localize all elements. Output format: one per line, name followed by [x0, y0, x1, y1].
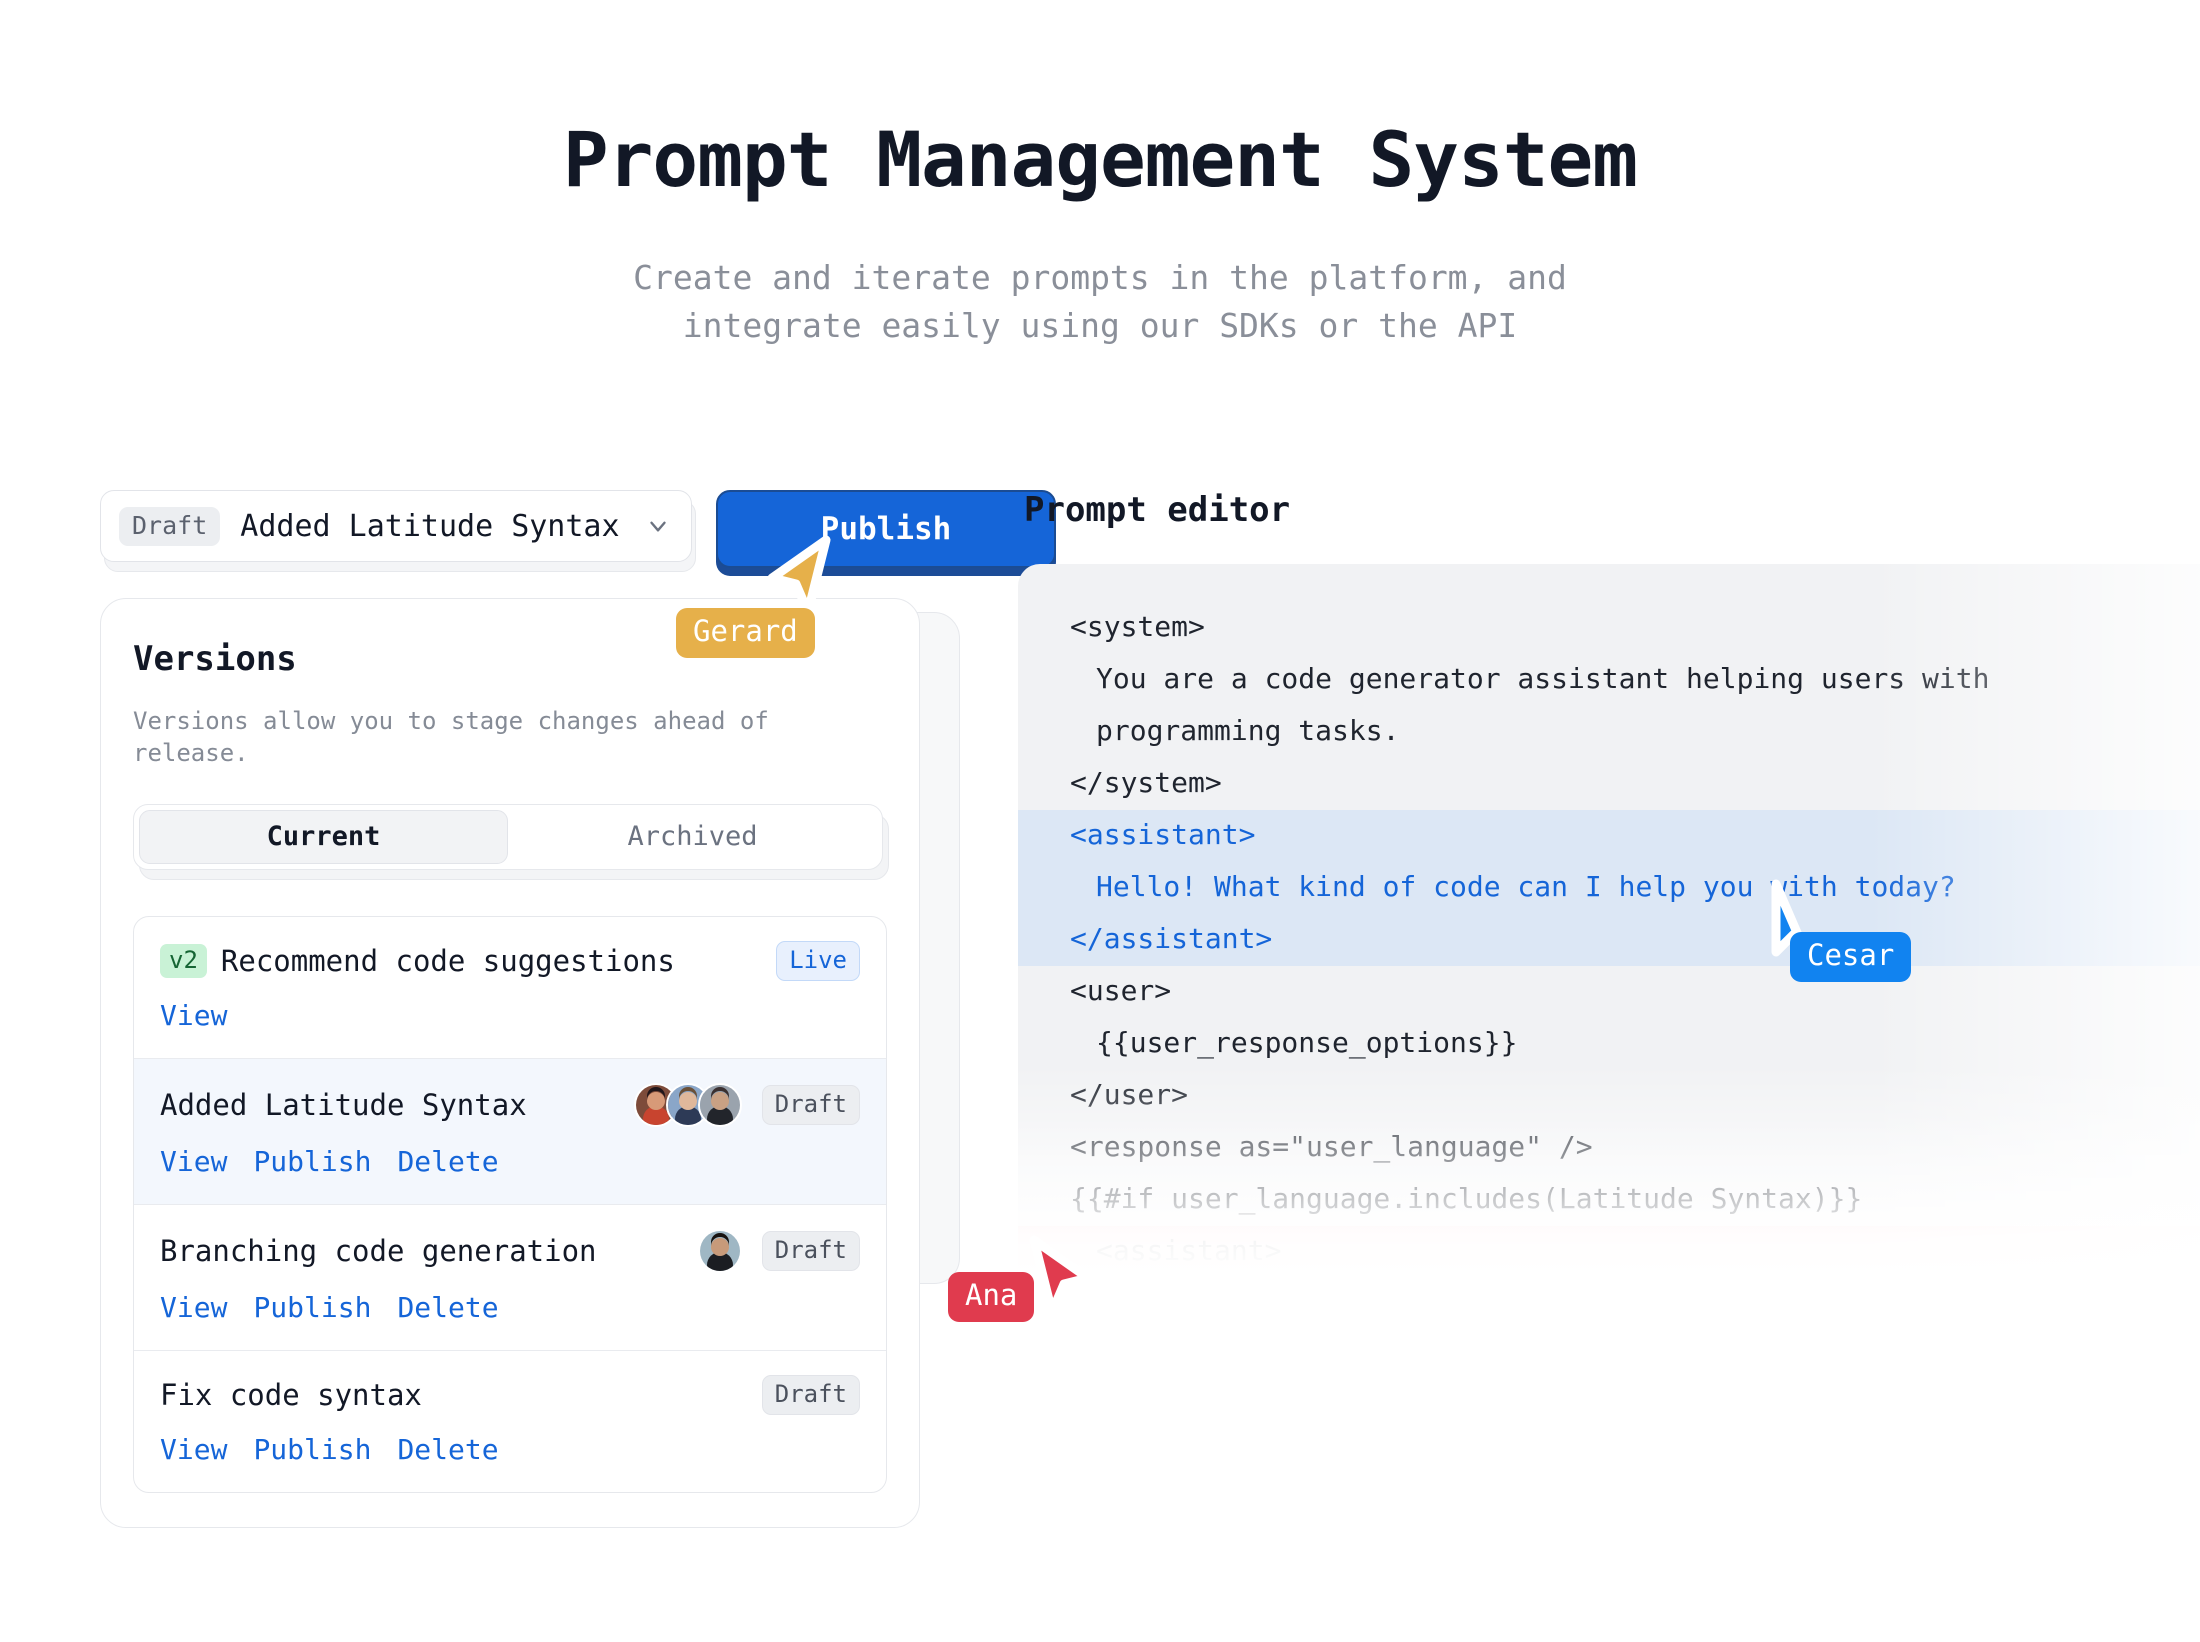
version-row-actions: View Publish Delete [160, 1291, 860, 1324]
version-name: Branching code generation [160, 1233, 597, 1268]
version-row-header: Branching code generation Draft [160, 1228, 860, 1273]
version-row-actions: View [160, 999, 860, 1032]
cursor-gerard-label: Gerard [676, 608, 815, 658]
version-delete-link[interactable]: Delete [397, 1145, 498, 1178]
avatar [697, 1228, 742, 1273]
avatar [697, 1082, 742, 1127]
version-row-actions: View Publish Delete [160, 1433, 860, 1466]
version-select-wrap: Draft Added Latitude Syntax [100, 490, 696, 572]
status-badge: Draft [119, 506, 221, 546]
version-name: Added Latitude Syntax [160, 1087, 527, 1122]
version-row-header: v2 Recommend code suggestions Live [160, 940, 860, 981]
hero-section: Prompt Management System Create and iter… [0, 0, 2200, 351]
version-view-link[interactable]: View [160, 1291, 227, 1324]
version-number-badge: v2 [160, 943, 207, 978]
versions-tabs-wrap: Current Archived [133, 803, 889, 880]
status-badge: Live [776, 940, 860, 981]
version-name: Recommend code suggestions [220, 943, 675, 978]
code-line[interactable]: {{#if user_language.includes(Latitude Sy… [1018, 1174, 2200, 1226]
code-line[interactable]: <user> [1018, 966, 2200, 1018]
version-delete-link[interactable]: Delete [397, 1433, 498, 1466]
versions-card-stack: Versions Versions allow you to stage cha… [100, 598, 960, 1528]
code-line[interactable]: programming tasks. [1018, 706, 2200, 758]
code-line[interactable]: <response as="user_language" /> [1018, 1122, 2200, 1174]
code-line[interactable]: You are a code generator assistant helpi… [1018, 654, 2200, 706]
versions-tabs: Current Archived [133, 803, 883, 870]
code-line[interactable]: {{user_response_options}} [1018, 1018, 2200, 1070]
code-line[interactable]: <system> [1018, 602, 2200, 654]
version-publish-link[interactable]: Publish [253, 1433, 371, 1466]
code-line[interactable]: Hello! What kind of code can I help you … [1018, 862, 2200, 914]
version-selector-row: Draft Added Latitude Syntax Publish [100, 490, 1056, 576]
page-subtitle: Create and iterate prompts in the platfo… [633, 257, 1567, 346]
code-line[interactable]: <assistant> [1018, 810, 2200, 862]
version-row-actions: View Publish Delete [160, 1145, 860, 1178]
table-row[interactable]: Fix code syntax Draft View Publish Delete [134, 1351, 886, 1492]
version-select-value: Added Latitude Syntax [240, 508, 620, 544]
code-line[interactable]: </user> [1018, 1070, 2200, 1122]
version-delete-link[interactable]: Delete [397, 1291, 498, 1324]
tab-archived[interactable]: Archived [508, 810, 877, 864]
publish-button-wrap: Publish [716, 490, 1056, 576]
version-row-header: Fix code syntax Draft [160, 1374, 860, 1415]
avatar-group [697, 1228, 742, 1273]
chevron-down-icon [645, 513, 671, 539]
tab-current[interactable]: Current [139, 809, 508, 864]
status-badge: Draft [761, 1084, 860, 1125]
status-badge: Draft [761, 1374, 860, 1415]
version-view-link[interactable]: View [160, 999, 227, 1032]
version-select[interactable]: Draft Added Latitude Syntax [100, 490, 692, 562]
publish-button[interactable]: Publish [716, 490, 1056, 568]
table-row[interactable]: v2 Recommend code suggestions Live View [134, 917, 886, 1059]
avatar-group [633, 1082, 742, 1127]
status-badge: Draft [761, 1230, 860, 1271]
version-list: v2 Recommend code suggestions Live View Adde… [133, 915, 887, 1493]
page-title: Prompt Management System [562, 115, 1638, 204]
version-name: Fix code syntax [160, 1377, 422, 1412]
editor-column: Prompt editor <system> You are a code gen… [1018, 490, 2200, 1274]
table-row[interactable]: Branching code generation Draft View Publis… [134, 1205, 886, 1351]
prompt-code[interactable]: <system> You are a code generator assista… [1018, 602, 2200, 1274]
cursor-ana-label: Ana [948, 1272, 1035, 1322]
prompt-editor-panel[interactable]: <system> You are a code generator assista… [1018, 564, 2200, 1274]
code-line[interactable]: </system> [1018, 758, 2200, 810]
version-view-link[interactable]: View [160, 1433, 227, 1466]
versions-description: Versions allow you to stage changes ahea… [133, 707, 769, 768]
versions-column: Draft Added Latitude Syntax Publish Vers… [100, 490, 1056, 1528]
prompt-editor-label: Prompt editor [1024, 490, 1291, 530]
code-line[interactable]: </assistant> [1018, 914, 2200, 966]
version-publish-link[interactable]: Publish [253, 1291, 371, 1324]
app-root: Prompt Management System Create and iter… [0, 0, 2200, 1642]
cursor-cesar-label: Cesar [1790, 932, 1912, 982]
version-view-link[interactable]: View [160, 1145, 227, 1178]
versions-card: Versions Versions allow you to stage cha… [100, 598, 920, 1528]
table-row[interactable]: Added Latitude Syntax Draft View Publish Del… [134, 1058, 886, 1205]
code-line[interactable]: <assistant> [1018, 1226, 2200, 1274]
version-row-header: Added Latitude Syntax Draft [160, 1082, 860, 1127]
version-publish-link[interactable]: Publish [253, 1145, 371, 1178]
